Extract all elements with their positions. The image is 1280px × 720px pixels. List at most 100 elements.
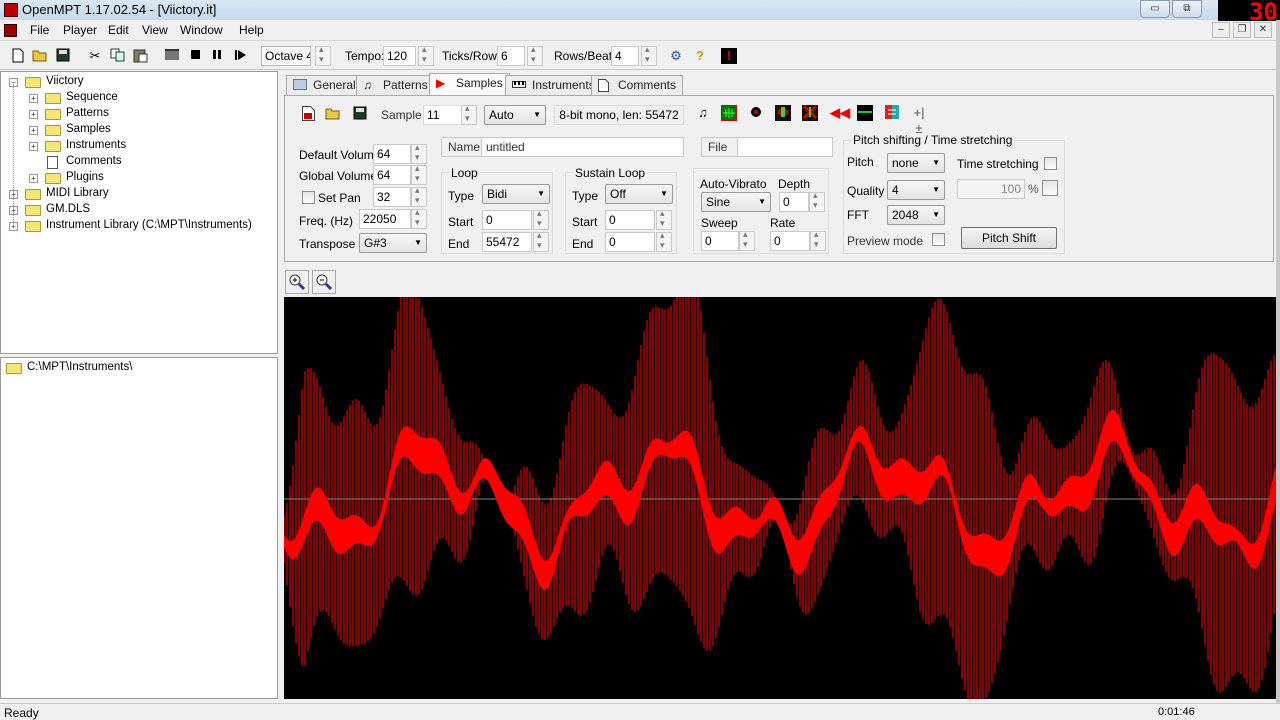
pitch-label: Pitch (847, 155, 874, 169)
sample-waveform-view[interactable] (283, 267, 1276, 711)
sustain-end-field[interactable]: 0 (605, 232, 655, 252)
time-stretching-checkbox[interactable] (1044, 157, 1057, 170)
vibrato-rate-field[interactable]: 0 (770, 231, 810, 251)
paste-icon[interactable] (132, 48, 148, 64)
expand-toggle-icon[interactable]: + (29, 142, 38, 151)
vibrato-depth-field[interactable]: 0 (779, 192, 809, 212)
rows-per-beat-field[interactable]: 4 (611, 46, 639, 66)
octave-field[interactable]: Octave 4 (261, 46, 311, 66)
sample-number-spinner[interactable] (461, 103, 477, 125)
silence-icon[interactable] (802, 104, 818, 121)
expand-toggle-icon[interactable]: + (29, 126, 38, 135)
frequency-spinner[interactable] (411, 207, 427, 229)
save-sample-icon[interactable] (352, 106, 368, 122)
set-pan-checkbox[interactable] (302, 191, 315, 204)
global-volume-spinner[interactable] (411, 163, 427, 185)
stop-icon[interactable] (188, 48, 204, 64)
tempo-spinner[interactable] (418, 44, 434, 66)
vibrato-depth-label: Depth (778, 177, 811, 191)
sustain-start-field[interactable]: 0 (605, 210, 655, 230)
ticks-per-row-spinner[interactable] (527, 44, 543, 66)
menu-view[interactable]: View (138, 23, 172, 37)
copy-icon[interactable] (109, 48, 125, 64)
ticks-per-row-field[interactable]: 6 (497, 46, 525, 66)
pan-field[interactable]: 32 (373, 187, 411, 207)
play-pattern-icon[interactable] (164, 48, 180, 64)
default-volume-field[interactable]: 64 (373, 144, 411, 164)
loop-end-field[interactable]: 55472 (482, 232, 532, 252)
vibrato-rate-spinner[interactable] (810, 229, 826, 251)
menu-file[interactable]: File (26, 23, 53, 37)
preview-mode-checkbox[interactable] (932, 233, 945, 246)
minimize-window-button[interactable]: ▭ (1140, 0, 1170, 18)
file-label: File (702, 138, 738, 156)
sustain-end-spinner[interactable] (656, 230, 672, 252)
tab-patterns[interactable]: ♫ Patterns (356, 75, 435, 95)
tab-comments[interactable]: Comments (591, 75, 684, 95)
sign-convert-icon[interactable]: +|± (911, 105, 927, 136)
stretch-percent-field[interactable]: 100 (957, 179, 1025, 199)
menu-edit[interactable]: Edit (104, 23, 133, 37)
menu-player[interactable]: Player (59, 23, 101, 37)
global-volume-field[interactable]: 64 (373, 165, 411, 185)
stretch-browse-button[interactable] (1042, 180, 1058, 196)
open-sample-icon[interactable] (325, 106, 341, 122)
expand-toggle-icon[interactable]: + (29, 174, 38, 183)
loop-end-spinner[interactable] (533, 230, 549, 252)
new-file-icon[interactable] (10, 48, 26, 64)
name-input[interactable]: untitled (486, 140, 525, 154)
mdi-minimize-button[interactable]: – (1212, 22, 1230, 38)
expand-toggle-icon[interactable]: + (29, 110, 38, 119)
menu-help[interactable]: Help (235, 23, 268, 37)
fade-in-icon[interactable] (775, 105, 791, 121)
quality-select[interactable]: 4 (887, 180, 945, 200)
tab-general[interactable]: General (286, 75, 363, 95)
tab-samples[interactable]: ▶ Samples (429, 73, 510, 96)
pan-spinner[interactable] (411, 185, 427, 207)
mdi-restore-button[interactable]: ❐ (1233, 22, 1251, 38)
sample-mode-select[interactable]: Auto (484, 105, 546, 125)
loop-start-field[interactable]: 0 (482, 210, 532, 230)
vibrato-type-select[interactable]: Sine (701, 192, 771, 212)
pitch-shift-button[interactable]: Pitch Shift (961, 227, 1057, 249)
vibrato-sweep-spinner[interactable] (739, 229, 755, 251)
zoom-in-button[interactable] (285, 270, 309, 294)
frequency-field[interactable]: 22050 (359, 209, 411, 229)
note-icon[interactable]: ♫ (695, 105, 711, 121)
invert-icon[interactable] (884, 105, 900, 121)
open-folder-icon[interactable] (32, 48, 48, 64)
expand-toggle-icon[interactable]: + (29, 94, 38, 103)
fft-select[interactable]: 2048 (887, 205, 945, 225)
remove-dc-icon[interactable] (857, 105, 873, 121)
octave-spinner[interactable] (315, 44, 331, 66)
vibrato-sweep-field[interactable]: 0 (701, 231, 739, 251)
transpose-select[interactable]: G#3 (359, 233, 427, 253)
tempo-field[interactable]: 120 (383, 46, 416, 66)
play-icon[interactable] (233, 48, 249, 64)
document-icon (47, 156, 58, 169)
amplify-icon[interactable] (748, 105, 764, 121)
pause-icon[interactable] (210, 48, 226, 64)
restore-window-button[interactable]: ⧉ (1172, 0, 1202, 18)
new-sample-icon[interactable] (300, 106, 316, 122)
tab-instruments[interactable]: Instruments (505, 75, 602, 95)
menu-window[interactable]: Window (176, 23, 227, 37)
mdi-close-button[interactable]: ✕ (1254, 22, 1272, 38)
normalize-icon[interactable] (721, 105, 737, 121)
loop-type-select[interactable]: Bidi (482, 184, 550, 204)
sustain-type-select[interactable]: Off (605, 184, 673, 204)
vibrato-depth-spinner[interactable] (809, 190, 825, 212)
pitch-select[interactable]: none (887, 153, 945, 173)
sustain-start-spinner[interactable] (656, 208, 672, 230)
default-volume-spinner[interactable] (411, 142, 427, 164)
cut-icon[interactable]: ✂ (87, 48, 103, 64)
rows-per-beat-spinner[interactable] (641, 44, 657, 66)
reverse-icon[interactable]: ◀◀ (830, 105, 850, 121)
setup-icon[interactable]: ⚙ (668, 48, 684, 64)
help-icon[interactable]: ? (692, 48, 708, 64)
loop-start-spinner[interactable] (533, 208, 549, 230)
save-icon[interactable] (55, 48, 71, 64)
zoom-out-button[interactable] (312, 270, 336, 294)
sample-number-field[interactable]: 11 (423, 105, 463, 125)
panic-icon[interactable]: ! (721, 48, 737, 64)
